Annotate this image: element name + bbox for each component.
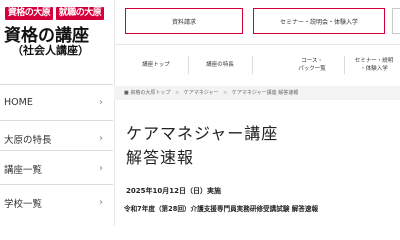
page-title-line1: ケアマネジャー講座 — [126, 124, 279, 143]
request-materials-button[interactable]: 資料請求 — [125, 8, 243, 34]
logo-tag-shikaku: 資格の大原 — [5, 7, 53, 20]
breadcrumb: ■ 資格の大原トップ > ケアマネジャー > ケアマネジャー講座 解答速報 — [124, 89, 298, 96]
sidebar-item-label: 学校一覧 — [4, 198, 43, 210]
exam-date: 2025年10月12日（日）実施 — [126, 187, 221, 195]
tab-label: 講座の特長 — [206, 62, 234, 68]
seminar-button[interactable]: セミナー・説明会・体験入学 — [253, 8, 385, 34]
tab-course-features[interactable]: 講座の特長 — [192, 52, 248, 78]
sidebar-item-courses[interactable]: 講座一覧 › — [0, 150, 113, 186]
header-extra-button[interactable] — [392, 8, 400, 34]
chevron-right-icon: › — [99, 163, 103, 174]
breadcrumb-caremanager-link[interactable]: ケアマネジャー — [184, 90, 219, 96]
tab-seminar[interactable]: セミナー・説明 ・体験入学 — [348, 52, 400, 78]
nav-divider — [188, 56, 189, 74]
page-title-line2: 解答速報 — [126, 148, 195, 167]
logo-sub-text: （社会人講座） — [12, 44, 89, 57]
sidebar-item-label: 講座一覧 — [4, 164, 43, 176]
sidebar-item-home[interactable]: HOME › — [0, 84, 113, 120]
tab-course-packs[interactable]: コース・ パック一覧 — [284, 52, 340, 78]
header-divider — [114, 44, 400, 45]
sidebar-item-schools[interactable]: 学校一覧 › — [0, 184, 113, 220]
chevron-right-icon: › — [99, 197, 103, 208]
page-title: ケアマネジャー講座 解答速報 — [126, 122, 386, 170]
nav-divider — [344, 56, 345, 74]
sidebar-item-label: 大原の特長 — [4, 134, 52, 146]
tab-label: コース・ パック一覧 — [298, 58, 326, 72]
tab-label: 講座トップ — [142, 62, 170, 68]
tab-course-top[interactable]: 講座トップ — [128, 52, 184, 78]
chevron-right-icon: > — [174, 90, 180, 96]
seminar-label: セミナー・説明会・体験入学 — [279, 18, 358, 26]
breadcrumb-home-link[interactable]: 資格の大原トップ — [130, 90, 170, 96]
tab-label: セミナー・説明 ・体験入学 — [354, 58, 394, 72]
breadcrumb-current: ケアマネジャー講座 解答速報 — [231, 90, 299, 96]
chevron-right-icon: › — [99, 133, 103, 144]
logo-tag-shushoku: 就職の大原 — [56, 7, 104, 20]
sidebar: 資格の大原 就職の大原 資格の講座 （社会人講座） HOME › 大原の特長 ›… — [0, 0, 115, 226]
logo-tags: 資格の大原 就職の大原 — [4, 7, 108, 20]
request-materials-label: 資料請求 — [171, 18, 196, 26]
nav-divider — [252, 56, 253, 74]
site-logo[interactable]: 資格の大原 就職の大原 資格の講座 （社会人講座） — [4, 7, 108, 59]
chevron-right-icon: > — [223, 90, 228, 96]
home-icon: ■ — [124, 90, 129, 96]
chevron-right-icon: › — [99, 97, 103, 108]
sidebar-item-label: HOME — [4, 97, 33, 108]
exam-name: 令和7年度（第28回）介護支援専門員実務研修受講試験 解答速報 — [124, 205, 319, 213]
